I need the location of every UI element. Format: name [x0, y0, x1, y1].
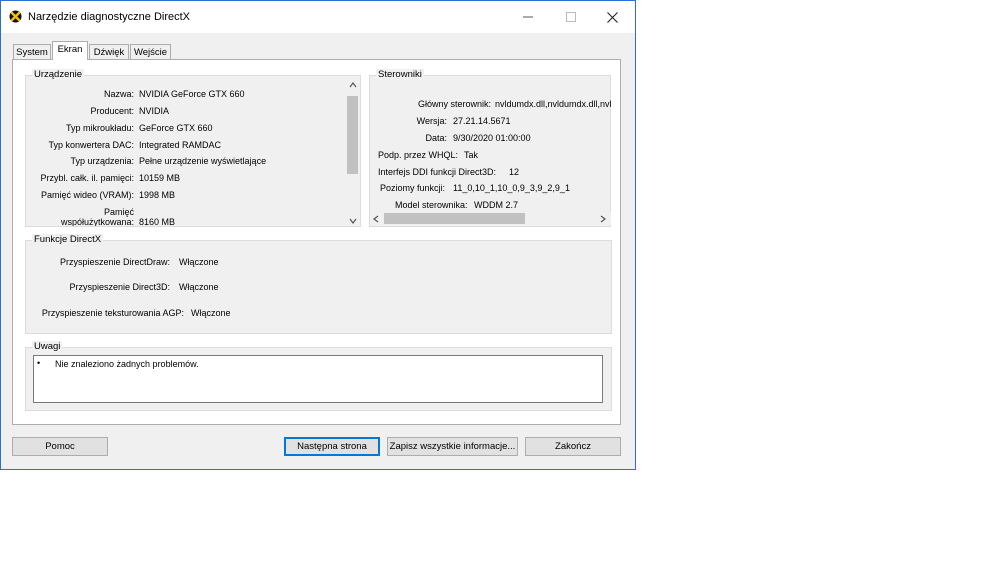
scroll-left-icon[interactable] — [373, 215, 379, 225]
directx-icon — [9, 10, 22, 23]
agp-label: Przyspieszenie teksturowania AGP: — [41, 308, 184, 318]
chip-type-value: GeForce GTX 660 — [139, 123, 213, 133]
drivers-group: Sterowniki Główny sterownik: nvldumdx.dll… — [369, 69, 611, 227]
scroll-down-icon[interactable] — [349, 217, 357, 226]
help-button[interactable]: Pomoc — [12, 437, 108, 456]
ddi-label: Interfejs DDI funkcji Direct3D: — [378, 167, 497, 177]
tab-ekran[interactable]: Ekran — [52, 41, 88, 60]
tab-label: System — [16, 47, 48, 58]
feature-levels-label: Poziomy funkcji: — [380, 183, 446, 193]
title-bar[interactable]: Narzędzie diagnostyczne DirectX — [1, 1, 635, 33]
dac-type-label: Typ konwertera DAC: — [48, 140, 134, 150]
date-value: 9/30/2020 01:00:00 — [453, 133, 531, 143]
manufacturer-label: Producent: — [90, 106, 134, 116]
save-all-button[interactable]: Zapisz wszystkie informacje... — [387, 437, 518, 456]
tab-wejscie[interactable]: Wejście — [130, 44, 171, 59]
main-driver-label: Główny sterownik: — [417, 99, 491, 109]
save-all-button-label: Zapisz wszystkie informacje... — [389, 441, 516, 452]
notes-box[interactable]: • Nie znaleziono żadnych problemów. — [33, 355, 603, 403]
dxdiag-window: Narzędzie diagnostyczne DirectX System E… — [0, 0, 636, 470]
notes-group-label: Uwagi — [32, 341, 63, 352]
tab-system[interactable]: System — [13, 44, 51, 59]
minimize-button[interactable] — [507, 1, 549, 33]
device-type-value: Pełne urządzenie wyświetlające — [139, 156, 267, 166]
tab-label: Ekran — [57, 44, 83, 55]
shared-memory-value: 8160 MB — [139, 217, 176, 226]
h-scroll-thumb[interactable] — [384, 213, 525, 224]
tab-label: Dźwięk — [93, 47, 125, 58]
scroll-right-icon[interactable] — [600, 215, 606, 225]
driver-model-label: Model sterownika: — [395, 200, 468, 210]
device-type-label: Typ urządzenia: — [70, 156, 134, 166]
vram-value: 1998 MB — [139, 190, 176, 200]
scroll-up-icon[interactable] — [349, 81, 357, 90]
device-scrollbar[interactable] — [346, 80, 359, 226]
drivers-list: Główny sterownik: nvldumdx.dll,nvldumdx.d… — [370, 76, 611, 211]
maximize-button[interactable] — [550, 1, 592, 33]
shared-memory-label-1: Pamięć — [103, 207, 134, 217]
device-name-value: NVIDIA GeForce GTX 660 — [139, 89, 245, 99]
next-page-button[interactable]: Następna strona — [284, 437, 380, 456]
dac-type-value: Integrated RAMDAC — [139, 140, 222, 150]
chip-type-label: Typ mikroukładu: — [65, 123, 134, 133]
total-memory-label: Przybl. całk. il. pamięci: — [40, 173, 134, 183]
total-memory-value: 10159 MB — [139, 173, 181, 183]
date-label: Data: — [425, 133, 447, 143]
close-icon — [606, 11, 618, 23]
main-driver-value: nvldumdx.dll,nvldumdx.dll,nvldumc — [495, 99, 611, 109]
tab-dzwiek[interactable]: Dźwięk — [89, 44, 129, 59]
device-group: Urządzenie Nazwa: NVIDIA GeForce GTX 660 … — [25, 69, 361, 227]
next-page-button-label: Następna strona — [297, 441, 367, 452]
notes-bullet: • — [37, 358, 41, 368]
directx-features-group: Funkcje DirectX Przyspieszenie DirectDra… — [25, 234, 612, 334]
drivers-h-scrollbar[interactable] — [370, 212, 611, 225]
directdraw-value: Włączone — [179, 257, 219, 267]
whql-label: Podp. przez WHQL: — [378, 150, 459, 160]
agp-value: Włączone — [191, 308, 231, 318]
window-title: Narzędzie diagnostyczne DirectX — [28, 11, 191, 23]
device-list: Nazwa: NVIDIA GeForce GTX 660 Producent: N… — [26, 76, 346, 226]
minimize-icon — [523, 16, 533, 18]
directx-features-label: Funkcje DirectX — [32, 234, 104, 245]
driver-model-value: WDDM 2.7 — [474, 200, 519, 210]
directdraw-label: Przyspieszenie DirectDraw: — [59, 257, 170, 267]
exit-button-label: Zakończ — [555, 441, 591, 452]
close-button[interactable] — [591, 1, 633, 33]
maximize-icon — [566, 12, 576, 22]
ddi-value: 12 — [509, 167, 520, 177]
version-value: 27.21.14.5671 — [453, 116, 511, 126]
version-label: Wersja: — [416, 116, 447, 126]
device-name-label: Nazwa: — [103, 89, 134, 99]
notes-text: Nie znaleziono żadnych problemów. — [55, 359, 199, 369]
direct3d-value: Włączone — [179, 282, 219, 292]
direct3d-label: Przyspieszenie Direct3D: — [69, 282, 170, 292]
manufacturer-value: NVIDIA — [139, 106, 170, 116]
vram-label: Pamięć wideo (VRAM): — [40, 190, 134, 200]
tab-label: Wejście — [133, 47, 168, 58]
shared-memory-label-2: współużytkowana: — [60, 217, 134, 226]
feature-levels-value: 11_0,10_1,10_0,9_3,9_2,9_1 — [453, 183, 570, 193]
whql-value: Tak — [464, 150, 479, 160]
help-button-label: Pomoc — [45, 441, 75, 452]
scroll-thumb[interactable] — [347, 96, 358, 174]
exit-button[interactable]: Zakończ — [525, 437, 621, 456]
